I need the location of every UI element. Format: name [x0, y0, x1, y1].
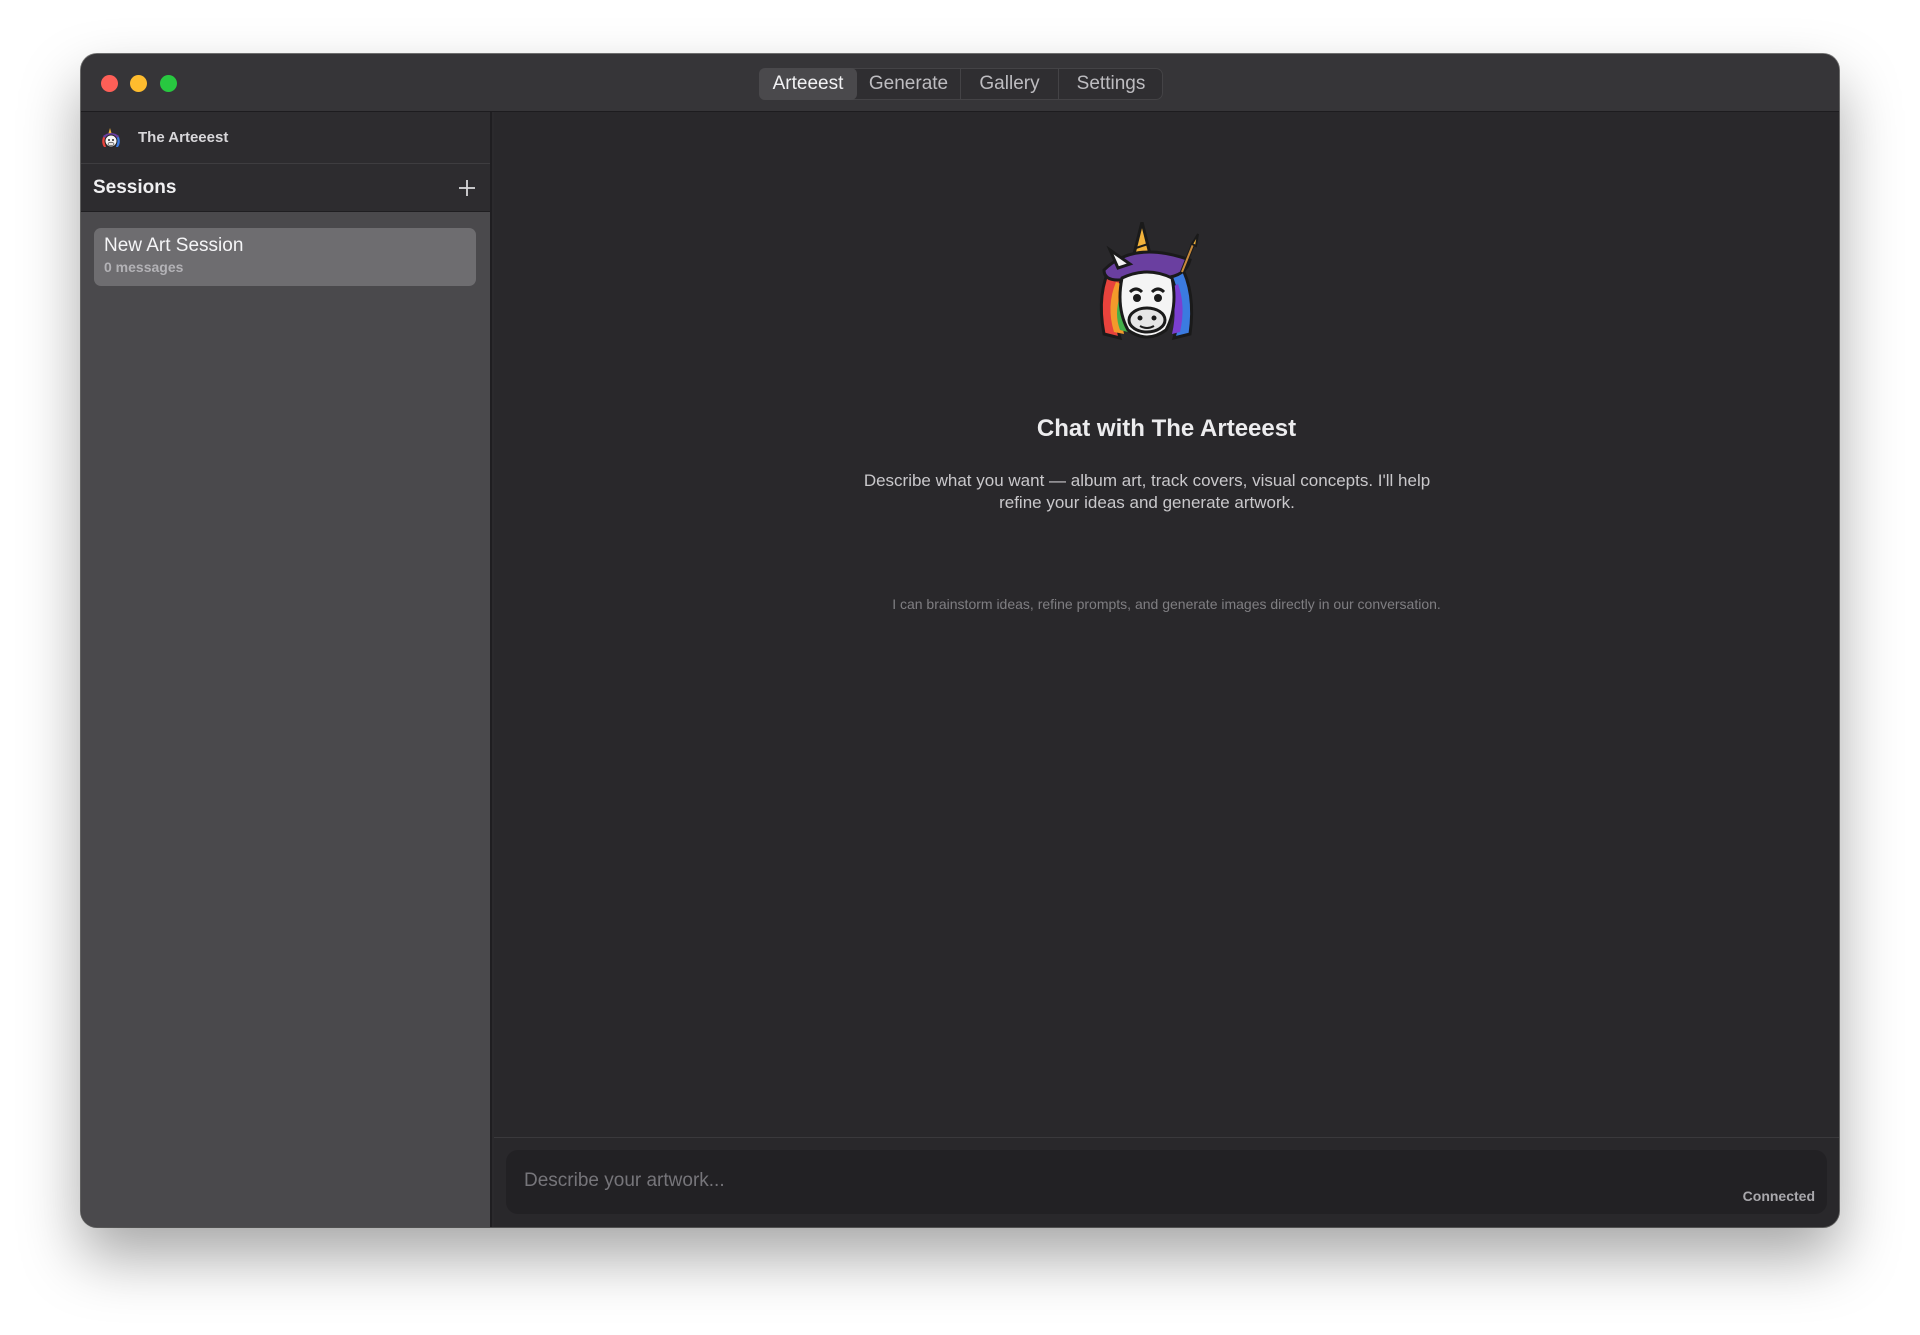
session-name: New Art Session [104, 235, 244, 256]
sidebar-app-header: The Arteeest [81, 112, 490, 164]
main-tabs: Arteeest Generate Gallery Settings [759, 68, 1163, 100]
artwork-prompt-input[interactable] [506, 1150, 1827, 1214]
close-window-button[interactable] [101, 75, 118, 92]
tab-gallery[interactable]: Gallery [961, 68, 1059, 100]
session-list: New Art Session 0 messages [81, 212, 490, 302]
app-name: The Arteeest [138, 129, 229, 146]
minimize-window-button[interactable] [130, 75, 147, 92]
session-item[interactable]: New Art Session 0 messages [94, 228, 476, 286]
tab-generate[interactable]: Generate [857, 68, 961, 100]
tab-settings[interactable]: Settings [1059, 68, 1163, 100]
title-bar: Arteeest Generate Gallery Settings [81, 54, 1839, 112]
composer: Connected [506, 1150, 1827, 1214]
session-message-count: 0 messages [104, 259, 184, 275]
sessions-title: Sessions [93, 176, 177, 198]
app-window: Arteeest Generate Gallery Settings The A… [81, 54, 1839, 1227]
plus-icon [459, 180, 475, 196]
new-session-button[interactable] [456, 177, 478, 199]
sessions-header: Sessions [81, 164, 490, 212]
connection-status: Connected [1742, 1188, 1815, 1204]
unicorn-mascot-icon [1099, 222, 1199, 341]
sidebar: The Arteeest Sessions New Art Session 0 … [81, 112, 492, 1227]
tab-arteeest[interactable]: Arteeest [759, 68, 857, 100]
zoom-window-button[interactable] [160, 75, 177, 92]
welcome-hint: I can brainstorm ideas, refine prompts, … [892, 596, 1441, 612]
unicorn-mascot-icon [102, 127, 120, 147]
composer-divider [494, 1137, 1839, 1138]
chat-pane: Chat with The Arteeest Describe what you… [494, 112, 1839, 1227]
welcome-title: Chat with The Arteeest [1036, 415, 1297, 442]
welcome-description: Describe what you want — album art, trac… [863, 471, 1431, 512]
